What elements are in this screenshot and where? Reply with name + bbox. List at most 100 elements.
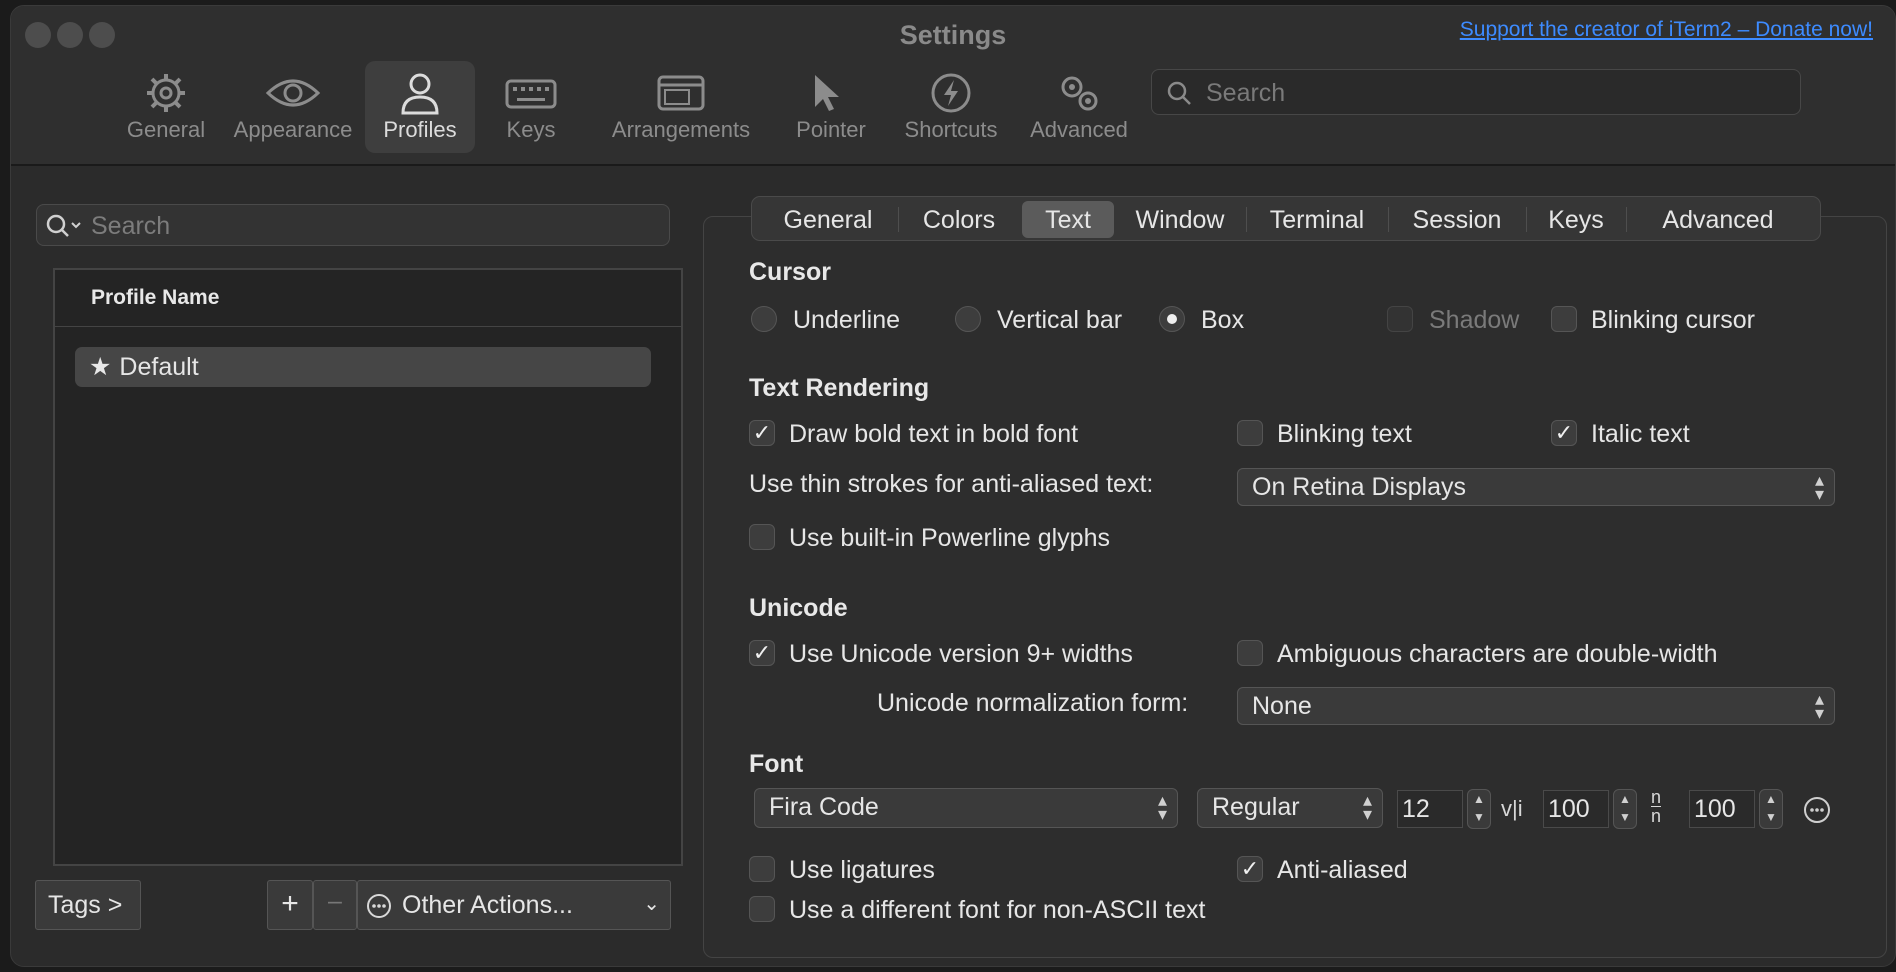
vertical-spacing-field[interactable]: 100 — [1543, 790, 1609, 828]
tab-window[interactable]: Window — [1116, 201, 1244, 238]
font-options-icon[interactable] — [1803, 796, 1831, 824]
tab-separator — [1246, 207, 1247, 232]
normalization-label: Unicode normalization form: — [877, 689, 1189, 717]
blinking-cursor-checkbox[interactable] — [1551, 306, 1577, 332]
profile-search-field[interactable]: Search — [36, 204, 670, 246]
tab-keys[interactable]: Keys — [1528, 201, 1624, 238]
chevron-down-icon: ⌄ — [643, 893, 660, 915]
toolbar-pointer[interactable]: Pointer — [776, 61, 886, 153]
blinking-text-label: Blinking text — [1277, 420, 1412, 448]
horizontal-spacing-field[interactable]: 100 — [1689, 790, 1755, 828]
horizontal-spacing-stepper[interactable]: ▲ ▼ — [1759, 789, 1783, 829]
anti-aliased-checkbox[interactable]: ✓ — [1237, 856, 1263, 882]
tab-general[interactable]: General — [760, 201, 896, 238]
non-ascii-font-checkbox[interactable] — [749, 896, 775, 922]
unicode-heading: Unicode — [749, 594, 848, 622]
eye-icon — [265, 79, 321, 107]
toolbar-appearance[interactable]: Appearance — [223, 61, 363, 153]
toolbar-advanced-label: Advanced — [1030, 117, 1128, 142]
cursor-heading: Cursor — [749, 258, 831, 286]
vertical-spacing-stepper[interactable]: ▲ ▼ — [1613, 789, 1637, 829]
updown-chevron-icon: ▴ ▾ — [1814, 470, 1824, 504]
cursor-vertical-bar-radio[interactable] — [955, 306, 981, 332]
updown-chevron-icon: ▴ ▾ — [1362, 790, 1372, 824]
toolbar-general-label: General — [126, 117, 206, 142]
settings-search-field[interactable]: Search — [1151, 69, 1801, 115]
unicode-v9-checkbox[interactable]: ✓ — [749, 640, 775, 666]
font-size-field[interactable]: 12 — [1397, 790, 1463, 828]
normalization-popup[interactable]: None ▴ ▾ — [1237, 687, 1835, 725]
blinking-text-checkbox[interactable] — [1237, 420, 1263, 446]
tab-text[interactable]: Text — [1022, 201, 1114, 238]
ellipsis-circle-icon — [367, 894, 391, 918]
powerline-checkbox[interactable] — [749, 524, 775, 550]
ligatures-checkbox[interactable] — [749, 856, 775, 882]
toolbar-general[interactable]: General — [111, 61, 221, 153]
tab-session[interactable]: Session — [1390, 201, 1524, 238]
donate-link[interactable]: Support the creator of iTerm2 – Donate n… — [1460, 18, 1873, 42]
bolt-icon — [931, 73, 971, 113]
toolbar-profiles[interactable]: Profiles — [365, 61, 475, 153]
profile-search-placeholder: Search — [91, 212, 171, 240]
settings-search-placeholder: Search — [1206, 79, 1286, 107]
tab-colors[interactable]: Colors — [900, 201, 1018, 238]
windows-icon — [657, 75, 705, 111]
toolbar: Settings Support the creator of iTerm2 –… — [11, 6, 1895, 166]
tags-button[interactable]: Tags > — [35, 880, 141, 930]
updown-chevron-icon: ▴ ▾ — [1814, 689, 1824, 723]
add-profile-button[interactable]: + — [267, 880, 313, 930]
tab-advanced[interactable]: Advanced — [1628, 201, 1808, 238]
search-icon — [46, 214, 81, 237]
other-actions-button[interactable]: Other Actions... ⌄ — [357, 880, 671, 930]
gears-icon — [1061, 76, 1098, 111]
powerline-label: Use built-in Powerline glyphs — [789, 524, 1110, 552]
italic-text-label: Italic text — [1591, 420, 1690, 448]
toolbar-arrangements[interactable]: Arrangements — [596, 61, 766, 153]
gear-icon — [147, 74, 185, 112]
ambiguous-width-checkbox[interactable] — [1237, 640, 1263, 666]
unicode-v9-label: Use Unicode version 9+ widths — [789, 640, 1133, 668]
tab-terminal[interactable]: Terminal — [1248, 201, 1386, 238]
bold-font-label: Draw bold text in bold font — [789, 420, 1079, 448]
thin-strokes-popup[interactable]: On Retina Displays ▴ ▾ — [1237, 468, 1835, 506]
remove-profile-button[interactable]: – — [313, 880, 357, 930]
toolbar-appearance-label: Appearance — [233, 117, 353, 142]
bold-font-checkbox[interactable]: ✓ — [749, 420, 775, 446]
non-ascii-font-label: Use a different font for non-ASCII text — [789, 896, 1206, 924]
toolbar-arrangements-label: Arrangements — [611, 117, 751, 142]
italic-text-checkbox[interactable]: ✓ — [1551, 420, 1577, 446]
ligatures-label: Use ligatures — [789, 856, 935, 884]
tab-separator — [1388, 207, 1389, 232]
thin-strokes-label: Use thin strokes for anti-aliased text: — [749, 470, 1154, 498]
pointer-icon — [815, 75, 839, 111]
tab-separator — [898, 207, 899, 232]
font-family-popup[interactable]: Fira Code ▴ ▾ — [754, 788, 1178, 828]
blinking-cursor-label: Blinking cursor — [1591, 306, 1755, 334]
profile-row[interactable]: ★ Default — [75, 347, 651, 387]
text-rendering-heading: Text Rendering — [749, 374, 930, 402]
profile-row-name: Default — [119, 353, 199, 381]
toolbar-shortcuts-label: Shortcuts — [904, 117, 998, 142]
font-family-value: Fira Code — [769, 793, 879, 821]
cursor-box-radio[interactable] — [1159, 306, 1185, 332]
cursor-underline-label: Underline — [793, 306, 901, 334]
toolbar-keys[interactable]: Keys — [481, 61, 581, 153]
profile-name-column-header[interactable]: Profile Name — [55, 270, 681, 327]
font-size-stepper[interactable]: ▲ ▼ — [1467, 789, 1491, 829]
vertical-spacing-icon: v|i — [1501, 796, 1523, 821]
cursor-underline-radio[interactable] — [751, 306, 777, 332]
normalization-value: None — [1252, 692, 1312, 720]
toolbar-profiles-label: Profiles — [383, 117, 457, 142]
tab-separator — [1626, 207, 1627, 232]
cursor-box-label: Box — [1201, 306, 1245, 334]
horizontal-spacing-icon: nn — [1651, 787, 1662, 826]
font-weight-popup[interactable]: Regular ▴ ▾ — [1197, 788, 1383, 828]
toolbar-shortcuts[interactable]: Shortcuts — [891, 61, 1011, 153]
ambiguous-width-label: Ambiguous characters are double-width — [1277, 640, 1718, 668]
cursor-shadow-checkbox[interactable] — [1387, 306, 1413, 332]
other-actions-label: Other Actions... — [402, 891, 573, 919]
cursor-vertical-bar-label: Vertical bar — [997, 306, 1123, 334]
anti-aliased-label: Anti-aliased — [1277, 856, 1408, 884]
toolbar-advanced[interactable]: Advanced — [1019, 61, 1139, 153]
toolbar-pointer-label: Pointer — [796, 117, 866, 142]
